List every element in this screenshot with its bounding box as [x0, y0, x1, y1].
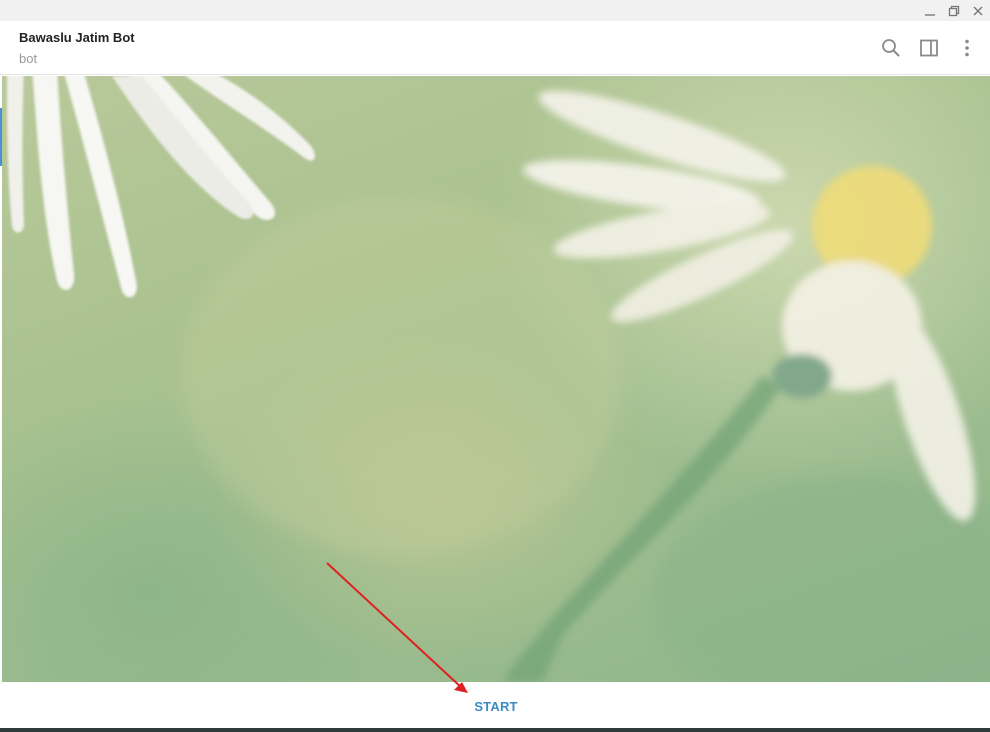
- window-bottom-edge: [0, 728, 990, 732]
- daisy-wallpaper: [7, 76, 990, 682]
- more-vertical-icon[interactable]: [955, 36, 979, 60]
- chat-history-area[interactable]: [2, 76, 990, 682]
- restore-icon[interactable]: [942, 0, 966, 21]
- chat-title[interactable]: Bawaslu Jatim Bot: [19, 30, 135, 45]
- bottom-bar: START: [2, 682, 990, 728]
- start-button[interactable]: START: [2, 682, 990, 728]
- close-icon[interactable]: [966, 0, 990, 21]
- window-titlebar: [0, 0, 990, 21]
- minimize-icon[interactable]: [918, 0, 942, 21]
- chat-status: bot: [19, 51, 38, 66]
- search-icon[interactable]: [879, 36, 903, 60]
- chat-header: Bawaslu Jatim Bot bot: [0, 21, 990, 75]
- sidebar-toggle-icon[interactable]: [917, 36, 941, 60]
